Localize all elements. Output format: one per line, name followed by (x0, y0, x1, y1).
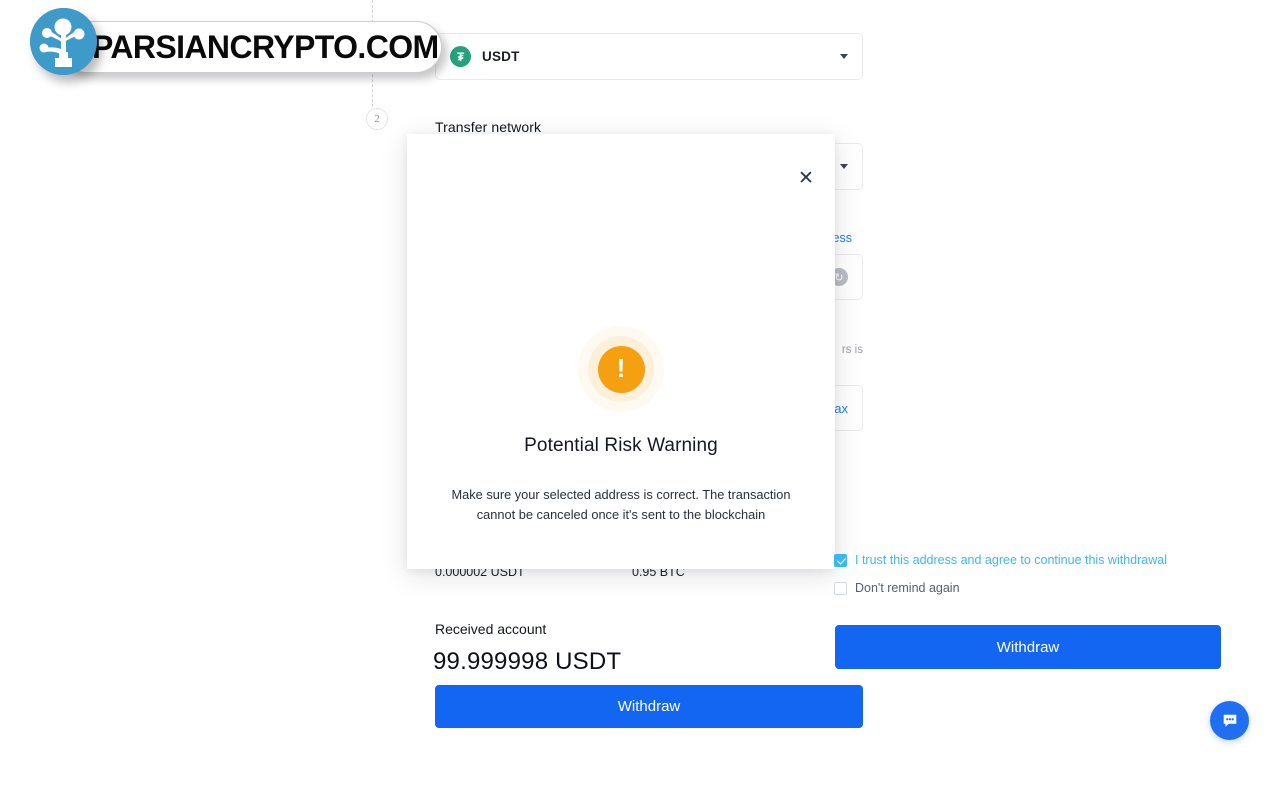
close-icon[interactable]: ✕ (794, 166, 818, 190)
network-tree-icon (30, 8, 97, 75)
warning-icon-wrap: ! (407, 325, 835, 413)
dialog-message: Make sure your selected address is corre… (451, 487, 791, 522)
chat-bubble-icon[interactable] (1210, 701, 1249, 740)
warning-glow-outer: ! (578, 326, 664, 412)
dont-remind-label: Don't remind again (855, 581, 960, 595)
watermark-text: PARSIANCRYPTO.COM (92, 28, 439, 65)
trust-address-checkbox-row[interactable]: I trust this address and agree to contin… (834, 553, 1167, 567)
dont-remind-checkbox[interactable] (834, 581, 847, 595)
page-root: 2 ₮ USDT Transfer network ess ↻ rs is Ma… (0, 0, 1280, 800)
confirm-withdraw-button[interactable]: Withdraw (835, 625, 1221, 669)
trust-address-checkbox[interactable] (834, 553, 847, 567)
dialog-title: Potential Risk Warning (524, 435, 718, 456)
watermark: PARSIANCRYPTO.COM (0, 0, 460, 95)
exclamation-mark: ! (616, 353, 626, 383)
dont-remind-checkbox-row[interactable]: Don't remind again (834, 581, 960, 595)
potential-risk-warning-dialog: ✕ ! Potential Risk Warning Make sure you… (407, 134, 1221, 669)
trust-address-label: I trust this address and agree to contin… (855, 553, 1167, 567)
exclamation-circle-icon: ! (597, 345, 645, 393)
